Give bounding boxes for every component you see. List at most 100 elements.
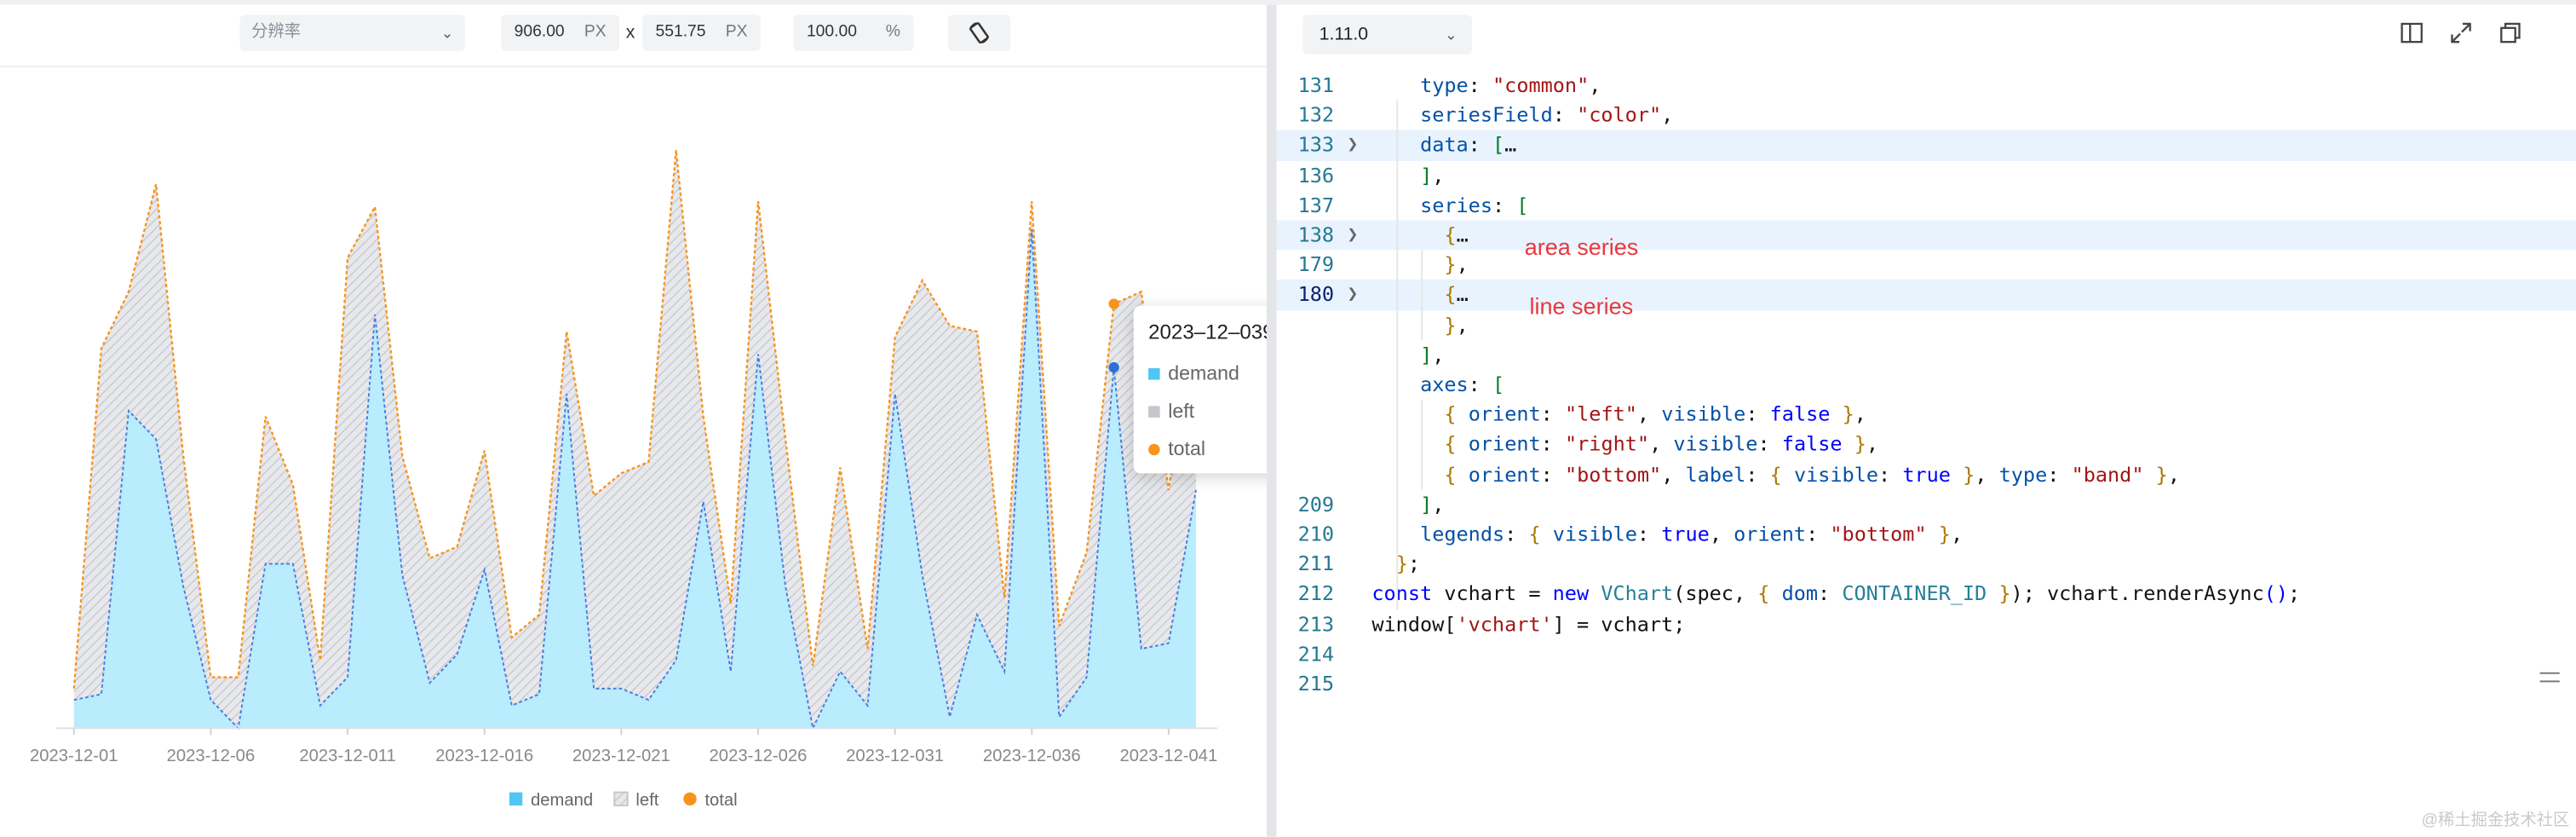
pane-splitter[interactable]	[1266, 4, 1277, 837]
code-text: {…	[1444, 283, 1469, 307]
zoom-input[interactable]: 100.00 %	[793, 14, 914, 51]
code-line[interactable]: ],	[1277, 340, 2576, 370]
line-number: 131	[1297, 73, 1335, 97]
width-input[interactable]: 906.00 PX	[501, 14, 620, 51]
x-tick-label: 2023-12-011	[299, 747, 395, 765]
left-swatch-icon	[1148, 406, 1160, 418]
fold-chevron-icon[interactable]: ❯	[1347, 220, 1358, 250]
zoom-value: 100.00	[806, 23, 857, 42]
height-unit: PX	[725, 23, 748, 42]
preview-pane: 分辨率 ⌄ 906.00 PX x 551.75 PX 100.00 % 202…	[0, 4, 1348, 837]
tooltip-label: total	[1168, 437, 1205, 461]
x-tick-label: 2023-12-021	[572, 747, 670, 765]
code-line[interactable]: { orient: "left", visible: false },	[1277, 400, 2576, 430]
code-text: };	[1395, 552, 1421, 576]
code-line[interactable]: 136],	[1277, 160, 2576, 190]
code-line[interactable]: 209],	[1277, 489, 2576, 519]
code-line[interactable]: 137 series: [	[1277, 190, 2576, 220]
x-tick-label: 2023-12-06	[167, 747, 256, 765]
x-tick-label: 2023-12-041	[1119, 747, 1217, 765]
chart-area[interactable]: 2023-12-01 2023-12-06 2023-12-011 2023-12-0…	[0, 67, 1267, 837]
preview-toolbar: 分辨率 ⌄ 906.00 PX x 551.75 PX 100.00 %	[0, 4, 1267, 68]
code-text: },	[1444, 253, 1469, 277]
code-line[interactable]: 133 ❯ data: […	[1276, 130, 2576, 161]
fold-chevron-icon[interactable]: ❯	[1347, 130, 1358, 160]
tooltip-title: 2023–12–039	[1148, 320, 1274, 344]
line-number: 213	[1297, 612, 1335, 636]
chevron-down-icon: ⌄	[440, 24, 454, 42]
width-unit: PX	[584, 23, 607, 42]
legend-label: demand	[531, 791, 593, 810]
code-line[interactable]: 215	[1277, 669, 2576, 699]
split-pane-icon[interactable]	[2399, 20, 2425, 46]
chevron-down-icon: ⌄	[1445, 26, 1458, 43]
code-text: window['vchart'] = vchart;	[1371, 612, 1686, 636]
scrollbar-marker[interactable]	[2539, 672, 2560, 683]
editor-pane: 1.11.0 ⌄ 131 type: "common", 132 seriesFiel…	[1276, 4, 2576, 837]
rotate-screen-icon	[969, 22, 990, 44]
code-line[interactable]: { orient: "right", visible: false },	[1277, 430, 2576, 459]
line-number: 210	[1297, 522, 1335, 546]
code-text: data: […	[1420, 133, 1517, 157]
resolution-select[interactable]: 分辨率 ⌄	[239, 14, 465, 51]
code-line[interactable]: 211};	[1277, 550, 2576, 580]
screenshot-canvas: 分辨率 ⌄ 906.00 PX x 551.75 PX 100.00 % 202…	[0, 0, 2576, 837]
legend-total-icon	[683, 792, 697, 806]
code-text: const vchart = new VChart(spec, { dom: C…	[1371, 582, 2301, 606]
code-text: {…	[1444, 223, 1469, 247]
times-symbol: x	[625, 23, 635, 43]
height-input[interactable]: 551.75 PX	[642, 14, 761, 51]
watermark: @稀土掘金技术社区	[2421, 811, 2570, 830]
zoom-unit: %	[885, 23, 900, 42]
code-line[interactable]: 214	[1277, 639, 2576, 669]
code-line[interactable]: { orient: "bottom", label: { visible: tr…	[1277, 459, 2576, 489]
total-swatch-icon	[1148, 443, 1160, 456]
code-line[interactable]: axes: [	[1277, 370, 2576, 400]
code-text: { orient: "bottom", label: { visible: tr…	[1444, 463, 2180, 487]
code-text: series: [	[1420, 193, 1529, 217]
code-line[interactable]: 138 ❯ {…	[1276, 220, 2576, 251]
code-line[interactable]: 213 window['vchart'] = vchart;	[1277, 609, 2576, 639]
line-number: 132	[1297, 103, 1335, 127]
code-editor[interactable]: 131 type: "common", 132 seriesField: "color…	[1276, 66, 2576, 837]
code-line[interactable]: },	[1277, 310, 2576, 340]
code-line[interactable]: 210 legends: { visible: true, orient: "bo…	[1277, 519, 2576, 549]
x-tick-label: 2023-12-036	[983, 747, 1081, 765]
version-select[interactable]: 1.11.0 ⌄	[1302, 14, 1473, 55]
code-line[interactable]: 212 const vchart = new VChart(spec, { dom…	[1277, 580, 2576, 609]
code-text: legends: { visible: true, orient: "botto…	[1420, 522, 1964, 546]
fold-chevron-icon[interactable]: ❯	[1347, 280, 1358, 310]
line-number: 138	[1297, 223, 1335, 247]
code-line[interactable]: 179},	[1277, 251, 2576, 280]
demand-highlight-point	[1108, 361, 1119, 373]
editor-toolbar: 1.11.0 ⌄	[1276, 4, 2576, 65]
indent-guide	[1421, 250, 1423, 340]
line-number: 136	[1297, 164, 1335, 188]
version-value: 1.11.0	[1319, 24, 1369, 45]
code-line[interactable]: 131 type: "common",	[1277, 71, 2576, 101]
rotate-screen-button[interactable]	[947, 14, 1011, 51]
line-number: 212	[1297, 582, 1335, 606]
tooltip-label: demand	[1168, 361, 1239, 385]
legend-left-icon	[613, 791, 629, 806]
line-number: 215	[1297, 672, 1335, 696]
line-number: 180	[1297, 283, 1335, 307]
x-tick-label: 2023-12-016	[435, 747, 533, 765]
code-text: { orient: "right", visible: false },	[1444, 432, 1879, 456]
code-line[interactable]: 180 ❯ {…	[1276, 280, 2576, 310]
indent-guide	[1421, 400, 1423, 490]
code-line[interactable]: 132 seriesField: "color",	[1277, 101, 2576, 130]
code-text: axes: [	[1420, 372, 1505, 396]
resolution-placeholder: 分辨率	[251, 23, 301, 42]
code-text: ],	[1420, 343, 1445, 367]
height-value: 551.75	[655, 23, 706, 42]
fullscreen-icon[interactable]	[2448, 20, 2475, 46]
line-number: 133	[1297, 133, 1335, 157]
area-chart[interactable]: 2023-12-01 2023-12-06 2023-12-011 2023-12-0…	[0, 67, 1267, 837]
code-text: ],	[1420, 164, 1445, 188]
code-text: },	[1444, 313, 1469, 337]
copy-icon[interactable]	[2497, 20, 2523, 46]
line-number: 214	[1297, 642, 1335, 666]
demand-swatch-icon	[1148, 368, 1160, 380]
legend-label: total	[704, 791, 737, 810]
